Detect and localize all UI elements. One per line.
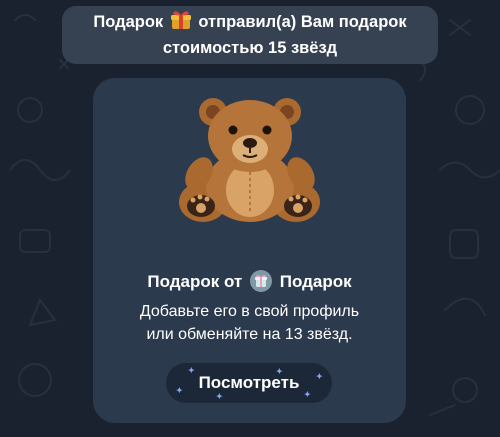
sender-name[interactable]: Подарок bbox=[93, 13, 163, 31]
service-message-bubble: Подарок отправил(а) Вам подарок стоимост… bbox=[62, 6, 438, 64]
view-gift-button-label: Посмотреть bbox=[198, 373, 300, 392]
gift-card-description-line-2: или обменяйте на 13 звёзд. bbox=[146, 326, 353, 343]
sparkle-icon: ✦ bbox=[176, 386, 183, 395]
gift-card-title: Подарок от Подарок bbox=[93, 270, 406, 294]
gift-card-title-prefix: Подарок от bbox=[147, 272, 243, 291]
gift-card-description-line-1: Добавьте его в свой профиль bbox=[139, 303, 360, 320]
teddy-bear-sticker[interactable] bbox=[177, 94, 322, 224]
gift-card-description: Добавьте его в свой профиль или обменяйт… bbox=[93, 300, 406, 346]
sparkle-icon: ✦ bbox=[188, 366, 195, 375]
sparkle-icon: ✦ bbox=[316, 372, 323, 381]
sparkle-icon: ✦ bbox=[216, 392, 223, 401]
gift-box-icon bbox=[170, 11, 191, 29]
gift-card[interactable]: Подарок от Подарок Добавьте его в свой п… bbox=[93, 78, 406, 423]
view-gift-button[interactable]: ✦ ✦ ✦ ✦ ✦ ✦ Посмотреть bbox=[166, 363, 332, 403]
service-message-line-2: стоимостью 15 звёзд bbox=[162, 39, 338, 57]
gift-avatar-icon[interactable] bbox=[250, 270, 272, 292]
service-message-text: отправил(а) Вам подарок bbox=[198, 13, 407, 31]
sparkle-icon: ✦ bbox=[304, 390, 311, 399]
service-message-line-1: Подарок отправил(а) Вам подарок bbox=[62, 9, 438, 35]
gift-sender-name[interactable]: Подарок bbox=[280, 272, 352, 291]
